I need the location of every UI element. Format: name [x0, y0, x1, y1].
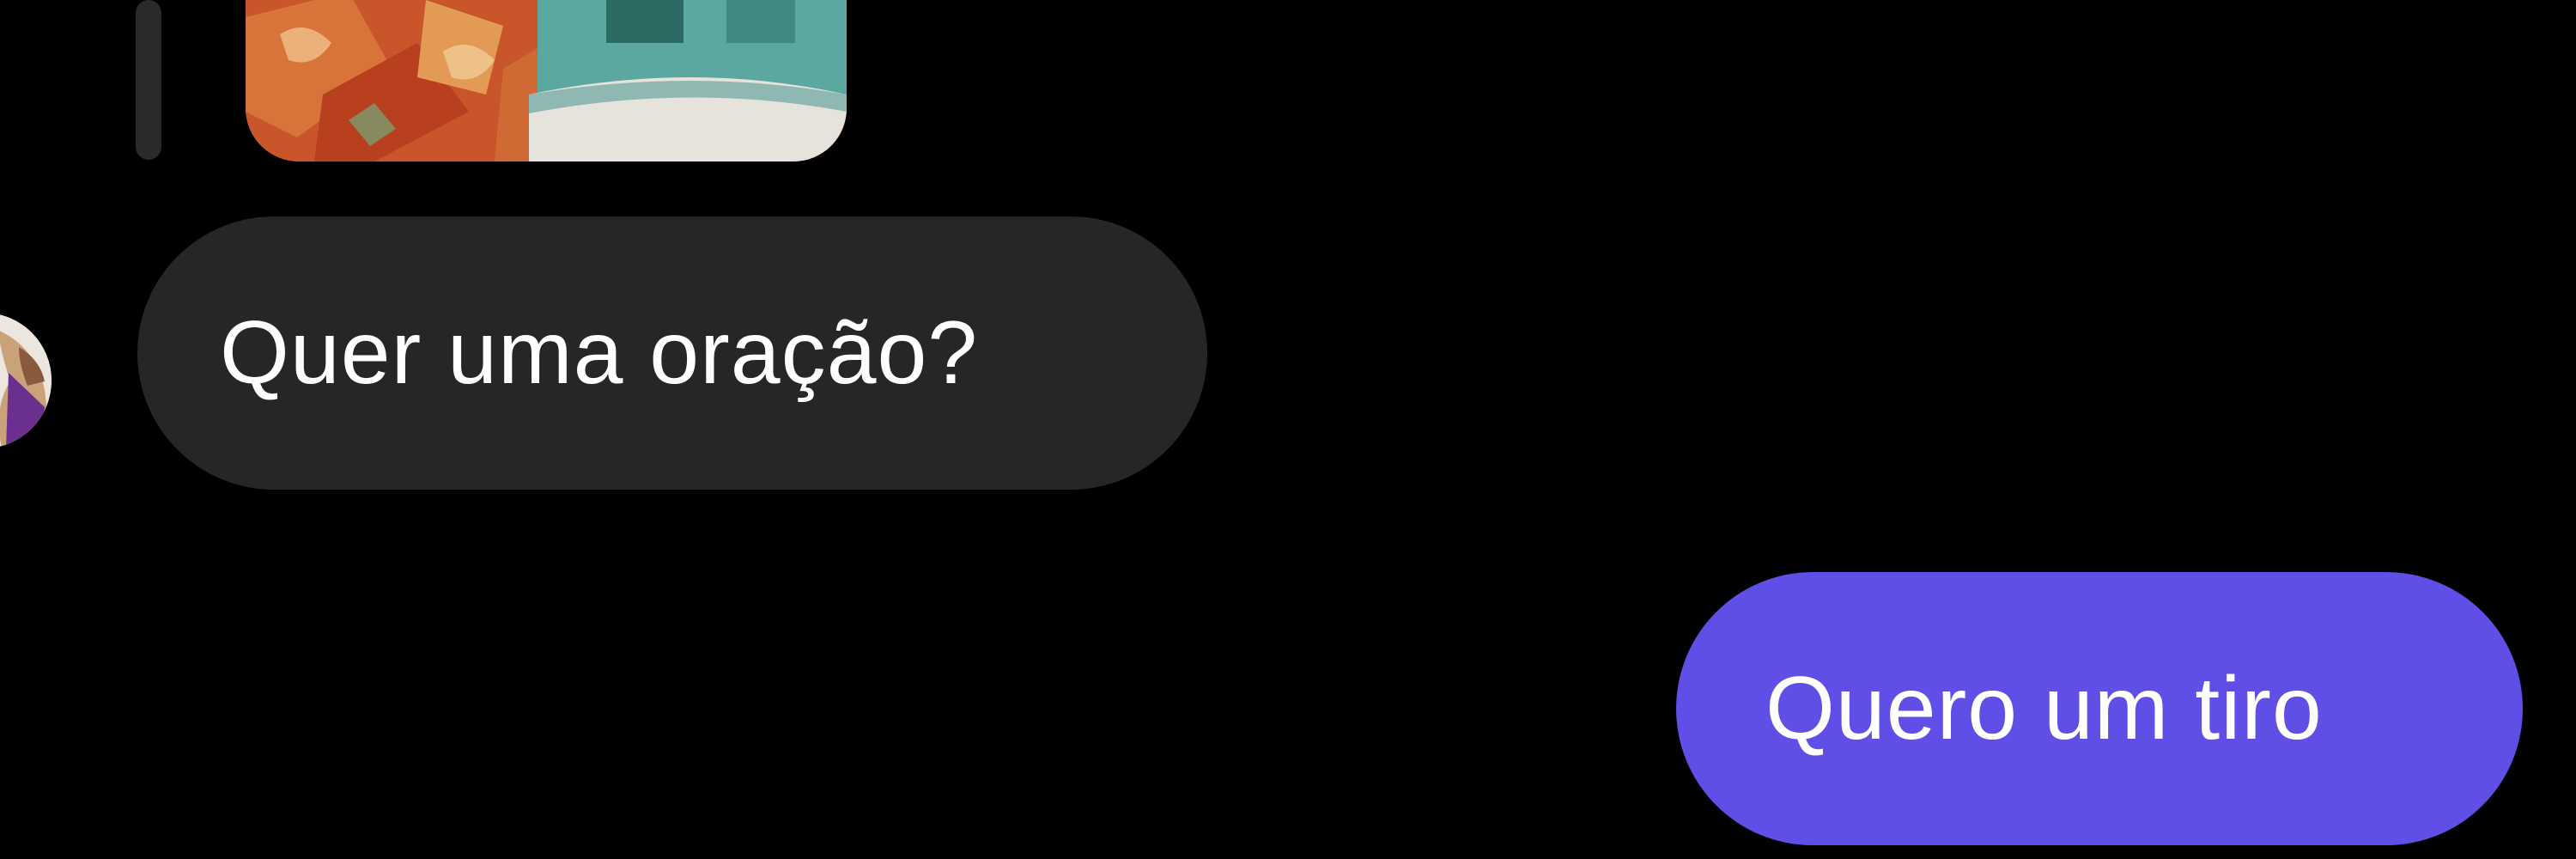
outgoing-message-bubble[interactable]: Quero um tiro	[1676, 572, 2523, 845]
avatar-icon	[0, 313, 52, 448]
incoming-message-bubble[interactable]: Quer uma oração?	[137, 216, 1207, 490]
sender-avatar[interactable]	[0, 313, 52, 448]
chat-thread: Quer uma oração? Quero um tiro	[0, 0, 2576, 859]
reply-quote-bar	[136, 0, 161, 160]
incoming-message-text: Quer uma oração?	[220, 302, 979, 403]
media-image-icon	[246, 0, 847, 161]
outgoing-message-text: Quero um tiro	[1765, 658, 2323, 758]
shared-media-thumbnail[interactable]	[246, 0, 847, 161]
